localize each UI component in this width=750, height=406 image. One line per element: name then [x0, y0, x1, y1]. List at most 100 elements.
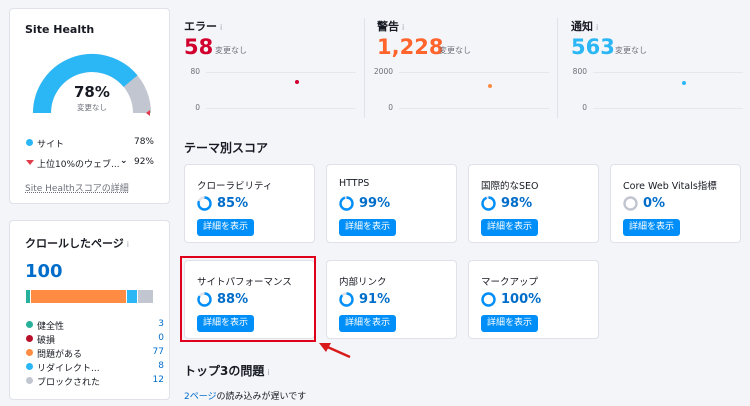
metric-point[interactable] [488, 83, 492, 88]
crawl-legend-label: 破損 [37, 336, 56, 346]
crawl-legend-label: リダイレクト... [37, 364, 100, 374]
crawl-legend-value[interactable]: 0 [158, 333, 164, 343]
legend-dot [26, 363, 33, 370]
site-health-score: 78% [74, 83, 110, 101]
score-card: 内部リンク 91% 詳細を表示 [326, 260, 457, 339]
legend-site: サイト 78% [26, 137, 154, 150]
crawl-bar-segment-blocked [138, 290, 153, 303]
crawl-legend-value[interactable]: 8 [158, 361, 164, 371]
crawled-total[interactable]: 100 [25, 261, 63, 282]
score-card-name: 国際的なSEO [481, 181, 539, 192]
legend-dot [26, 321, 33, 328]
crawl-legend-row[interactable]: 健全性 3 [26, 319, 164, 332]
crawl-legend-row[interactable]: リダイレクト... 8 [26, 361, 164, 374]
crawled-pages-title-text: クロールしたページ [25, 237, 124, 250]
legend-dot [26, 349, 33, 356]
metric-axis-top: 800 [572, 67, 587, 76]
score-card-name: クローラビリティ [197, 181, 273, 192]
crawl-legend-row[interactable]: 破損 0 [26, 333, 164, 346]
score-card: クローラビリティ 85% 詳細を表示 [184, 164, 315, 243]
score-ring-icon [481, 292, 496, 307]
crawled-pages-title: クロールしたページ i [25, 235, 129, 251]
metric-sub: 変更なし [215, 46, 247, 55]
score-card: Core Web Vitals指標 0% 詳細を表示 [610, 164, 741, 243]
metric-point[interactable] [295, 79, 299, 84]
site-health-title: Site Health [25, 23, 95, 36]
view-details-button[interactable]: 詳細を表示 [339, 315, 397, 332]
site-health-score-sub: 変更なし [77, 103, 107, 112]
site-health-details-link[interactable]: Site Healthスコアの詳細 [25, 181, 129, 194]
score-ring-icon [339, 292, 354, 307]
info-icon[interactable]: i [127, 240, 129, 249]
crawl-legend-label: 問題がある [37, 350, 83, 360]
legend-site-value: 78% [133, 137, 154, 147]
metric-gridline [399, 72, 549, 73]
metric-axis-top: 2000 [373, 67, 393, 76]
score-card-pct[interactable]: 100% [501, 292, 541, 307]
legend-dot [26, 335, 33, 342]
legend-site-dot [26, 139, 33, 146]
score-ring-icon [197, 196, 212, 211]
info-icon[interactable]: i [596, 23, 598, 32]
view-details-button[interactable]: 詳細を表示 [623, 219, 681, 236]
info-icon[interactable]: i [402, 23, 404, 32]
score-card-pct[interactable]: 85% [217, 196, 248, 211]
top-issue-item: 2ページの読み込みが遅いです [184, 389, 306, 402]
crawled-stacked-bar [26, 290, 154, 303]
metric-value[interactable]: 1,228 [377, 35, 443, 59]
legend-top10-label: 上位10%のウェブ... [37, 160, 120, 170]
score-card-pct[interactable]: 0% [643, 196, 665, 211]
highlight-box [180, 256, 316, 342]
metric-label: 警告 i [377, 20, 405, 33]
score-card: 国際的なSEO 98% 詳細を表示 [468, 164, 599, 243]
top-issue-text: の読み込みが遅いです [216, 392, 307, 402]
metric-gridline [593, 72, 743, 73]
metric-gridline [206, 72, 356, 73]
view-details-button[interactable]: 詳細を表示 [339, 219, 397, 236]
metric-value[interactable]: 58 [184, 35, 213, 59]
site-health-card: Site Health 78% 変更なし サイト 78% 上位10%のウェブ..… [9, 8, 170, 204]
metric-gridline [593, 108, 743, 109]
crawl-bar-segment-issues [30, 290, 127, 303]
crawl-legend-row[interactable]: 問題がある 77 [26, 347, 164, 360]
metric-label: エラー i [184, 20, 223, 33]
legend-dot [26, 377, 33, 384]
top-issues-title-text: トップ3の問題 [184, 364, 265, 378]
crawl-legend-value[interactable]: 77 [153, 347, 164, 357]
score-card-name: マークアップ [481, 277, 539, 288]
score-card-name: 内部リンク [339, 277, 387, 288]
arrow-annotation-icon [319, 343, 351, 359]
chevron-down-icon[interactable]: ⌄ [120, 156, 128, 166]
score-card: HTTPS 99% 詳細を表示 [326, 164, 457, 243]
score-card-pct[interactable]: 99% [359, 196, 390, 211]
metric-label: 通知 i [571, 20, 599, 33]
metric-point[interactable] [682, 80, 686, 85]
score-ring-icon [623, 196, 638, 211]
score-card-name: HTTPS [339, 178, 370, 189]
metric-axis-top: 80 [190, 67, 200, 76]
metric-value[interactable]: 563 [571, 35, 615, 59]
metric-sub: 変更なし [615, 46, 647, 55]
info-icon[interactable]: i [220, 23, 222, 32]
view-details-button[interactable]: 詳細を表示 [197, 219, 255, 236]
score-ring-icon [339, 196, 354, 211]
crawl-bar-segment-healthy [26, 290, 30, 303]
info-icon[interactable]: i [267, 368, 269, 377]
view-details-button[interactable]: 詳細を表示 [481, 315, 539, 332]
legend-top10-value: 92% [133, 157, 154, 167]
top-issue-pages-link[interactable]: 2ページ [184, 392, 217, 402]
crawl-bar-segment-redirect [127, 290, 138, 303]
view-details-button[interactable]: 詳細を表示 [481, 219, 539, 236]
crawl-legend-value[interactable]: 12 [153, 375, 164, 385]
triangle-down-icon [26, 160, 34, 165]
legend-top10[interactable]: 上位10%のウェブ... ⌄ 92% [26, 156, 154, 170]
score-card-pct[interactable]: 91% [359, 292, 390, 307]
metric-gridline [399, 108, 549, 109]
top-issues-title: トップ3の問題 i [184, 362, 270, 379]
crawl-legend-row[interactable]: ブロックされた 12 [26, 375, 164, 388]
metric-axis-bottom: 0 [582, 103, 587, 112]
score-card-pct[interactable]: 98% [501, 196, 532, 211]
score-ring-icon [481, 196, 496, 211]
score-card-name: Core Web Vitals指標 [623, 181, 717, 192]
crawl-legend-value[interactable]: 3 [158, 319, 164, 329]
